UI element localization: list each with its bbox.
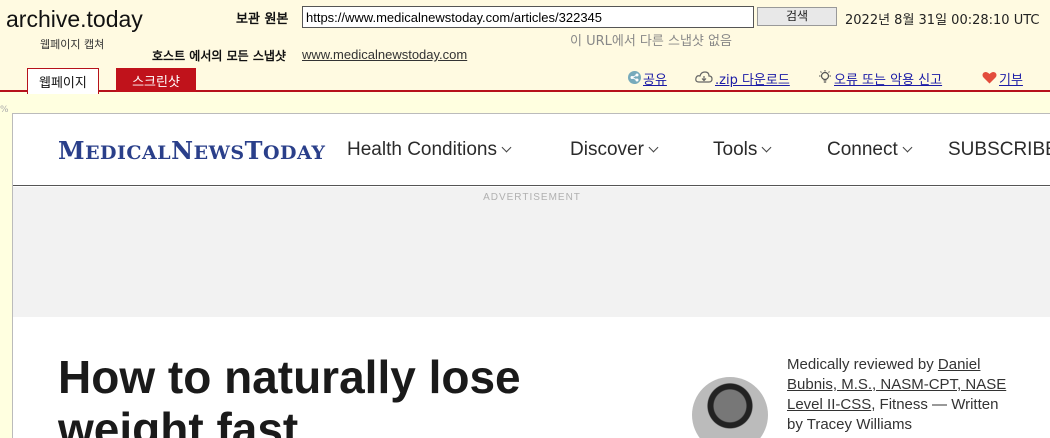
host-snapshots-label: 호스트 에서의 모든 스냅샷: [152, 49, 286, 63]
site-navbar: MEDICALNEWSTODAY Health Conditions Disco…: [13, 114, 1050, 186]
search-button[interactable]: 검색: [757, 7, 837, 26]
zip-download-label: .zip 다운로드: [715, 73, 790, 88]
archive-logo-subtitle: 웹페이지 캡쳐: [40, 38, 105, 51]
reviewer-avatar: [692, 377, 768, 438]
nav-subscribe[interactable]: SUBSCRIBE: [948, 139, 1050, 161]
article-byline: Medically reviewed by Daniel Bubnis, M.S…: [787, 356, 1007, 433]
nav-connect[interactable]: Connect: [827, 139, 913, 161]
advertisement-label: ADVERTISEMENT: [483, 192, 581, 203]
original-url-label: 보관 원본: [236, 12, 289, 27]
no-other-snapshots-text: 이 URL에서 다른 스냅샷 없음: [570, 34, 732, 49]
archive-logo[interactable]: archive.today: [6, 6, 143, 33]
tab-webpage[interactable]: 웹페이지: [27, 68, 99, 94]
chevron-down-icon: [501, 142, 512, 153]
share-link[interactable]: 공유: [628, 69, 667, 88]
report-link[interactable]: 오류 또는 악용 신고: [818, 69, 942, 88]
article-headline: How to naturally lose weight fast: [58, 351, 521, 438]
heart-icon: [982, 71, 997, 88]
donate-link[interactable]: 기부: [982, 69, 1023, 88]
chevron-down-icon: [761, 142, 772, 153]
cloud-download-icon: [695, 71, 713, 88]
report-label: 오류 또는 악용 신고: [834, 73, 943, 88]
original-url-input[interactable]: [302, 6, 754, 28]
advertisement-slot: ADVERTISEMENT: [13, 187, 1050, 317]
donate-label: 기부: [999, 73, 1023, 88]
nav-tools[interactable]: Tools: [713, 139, 772, 161]
chevron-down-icon: [902, 142, 913, 153]
frame-marker: %: [0, 105, 9, 115]
archived-page-frame: MEDICALNEWSTODAY Health Conditions Disco…: [12, 113, 1050, 438]
snapshot-datetime: 2022년 8월 31일 00:28:10 UTC: [845, 13, 1040, 28]
zip-download-link[interactable]: .zip 다운로드: [695, 69, 790, 88]
site-logo[interactable]: MEDICALNEWSTODAY: [58, 136, 325, 165]
chevron-down-icon: [648, 142, 659, 153]
host-snapshots-link[interactable]: www.medicalnewstoday.com: [302, 47, 467, 62]
nav-health-conditions[interactable]: Health Conditions: [347, 139, 512, 161]
lightbulb-icon: [818, 70, 832, 88]
tab-screenshot[interactable]: 스크린샷: [116, 68, 196, 92]
share-icon: [628, 71, 641, 88]
archive-header: archive.today 웹페이지 캡쳐 보관 원본 검색 2022년 8월 …: [0, 0, 1050, 94]
nav-discover[interactable]: Discover: [570, 139, 659, 161]
share-label: 공유: [643, 73, 667, 88]
